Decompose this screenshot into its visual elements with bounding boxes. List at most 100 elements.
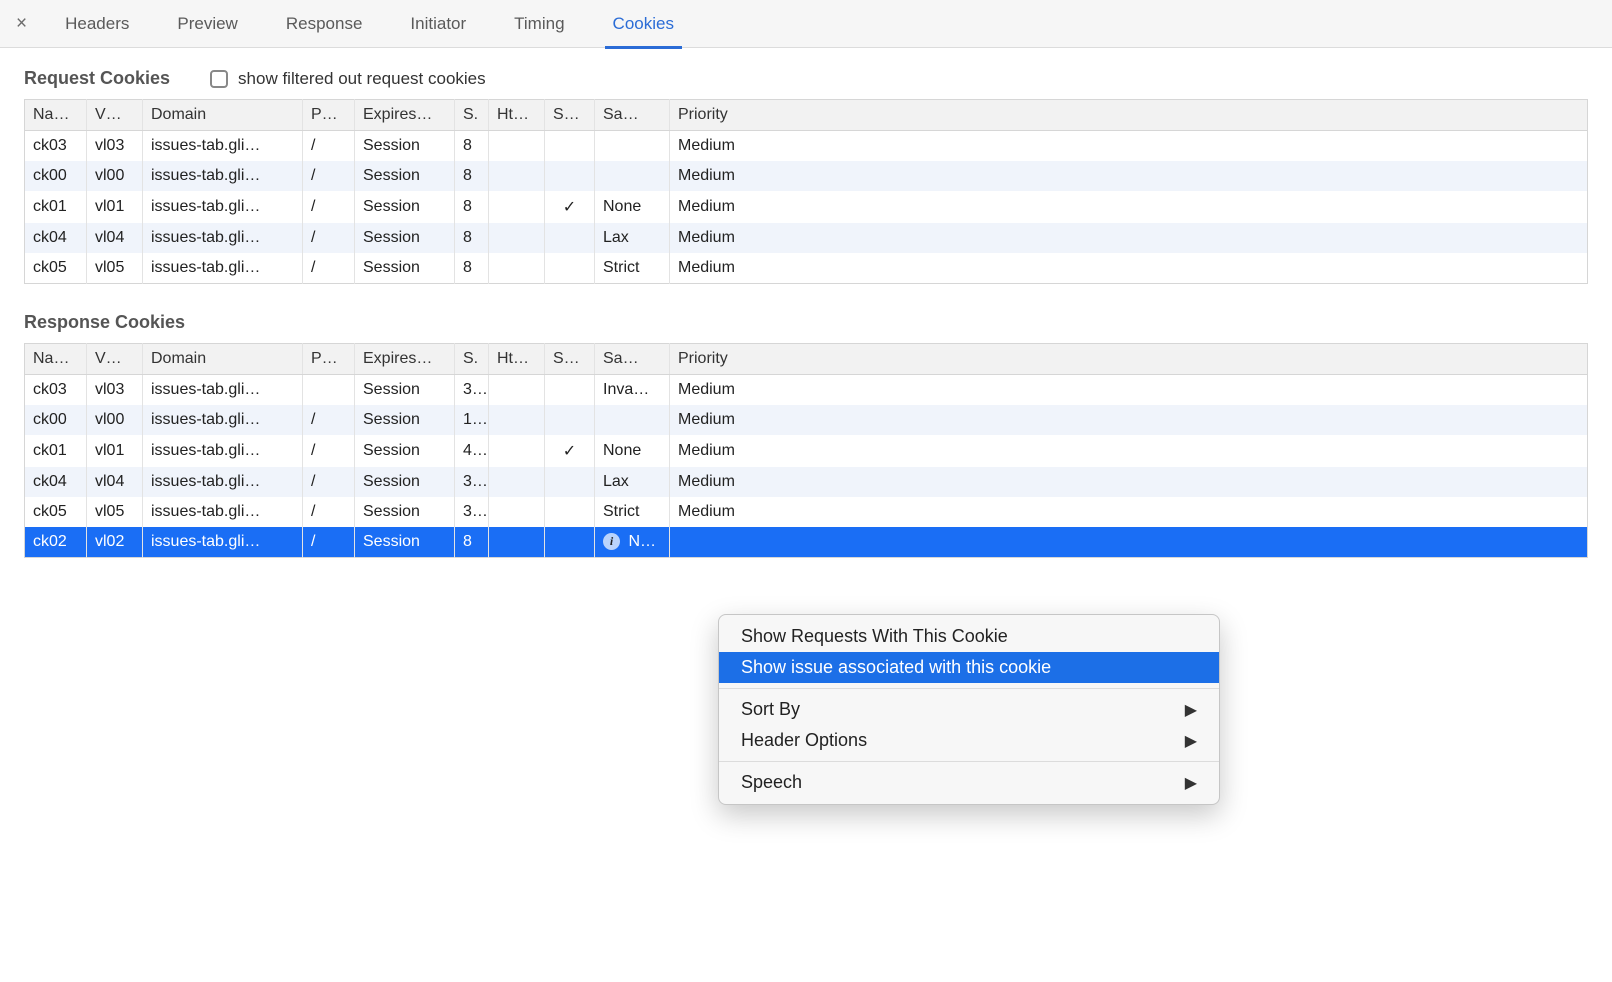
cell-secure <box>545 253 595 284</box>
cell-httponly <box>489 467 545 497</box>
cell-value: vl05 <box>87 253 143 284</box>
cell-secure <box>545 497 595 527</box>
table-row[interactable]: ck04vl04issues-tab.gli…/Session3..LaxMed… <box>25 467 1588 497</box>
col-header[interactable]: V… <box>87 100 143 131</box>
col-header[interactable]: Sa… <box>595 344 670 375</box>
cell-size: 8 <box>455 527 489 558</box>
col-header[interactable]: Expires… <box>355 100 455 131</box>
col-header[interactable]: Na… <box>25 344 87 375</box>
table-row[interactable]: ck03vl03issues-tab.gli…Session3..Inva…Me… <box>25 375 1588 406</box>
table-row[interactable]: ck05vl05issues-tab.gli…/Session8StrictMe… <box>25 253 1588 284</box>
table-row[interactable]: ck00vl00issues-tab.gli…/Session1..Medium <box>25 405 1588 435</box>
cell-name: ck04 <box>25 223 87 253</box>
col-header[interactable]: P… <box>303 100 355 131</box>
cell-expires: Session <box>355 191 455 223</box>
show-filtered-checkbox[interactable]: show filtered out request cookies <box>210 69 486 89</box>
col-header[interactable]: Domain <box>143 344 303 375</box>
table-row[interactable]: ck04vl04issues-tab.gli…/Session8LaxMediu… <box>25 223 1588 253</box>
response-cookies-section: Response Cookies Na…V…DomainP…Expires…S.… <box>24 312 1588 558</box>
context-menu-label: Sort By <box>741 699 800 720</box>
table-row[interactable]: ck01vl01issues-tab.gli…/Session4..✓NoneM… <box>25 435 1588 467</box>
cell-name: ck03 <box>25 131 87 162</box>
col-header[interactable]: Expires… <box>355 344 455 375</box>
context-menu-item[interactable]: Sort By▶ <box>719 694 1219 725</box>
context-menu[interactable]: Show Requests With This CookieShow issue… <box>718 614 1220 805</box>
col-header[interactable]: V… <box>87 344 143 375</box>
cell-priority: Medium <box>670 405 1588 435</box>
tab-headers[interactable]: Headers <box>63 0 131 48</box>
cell-httponly <box>489 161 545 191</box>
col-header[interactable]: S. <box>455 100 489 131</box>
cell-domain: issues-tab.gli… <box>143 375 303 406</box>
col-header[interactable]: S… <box>545 100 595 131</box>
cell-value: vl00 <box>87 161 143 191</box>
cell-secure <box>545 405 595 435</box>
cell-expires: Session <box>355 435 455 467</box>
tab-preview[interactable]: Preview <box>175 0 239 48</box>
cell-domain: issues-tab.gli… <box>143 253 303 284</box>
cell-expires: Session <box>355 253 455 284</box>
cell-expires: Session <box>355 405 455 435</box>
cell-samesite: Strict <box>595 497 670 527</box>
col-header[interactable]: Ht… <box>489 100 545 131</box>
cell-domain: issues-tab.gli… <box>143 467 303 497</box>
tab-initiator[interactable]: Initiator <box>408 0 468 48</box>
tab-cookies[interactable]: Cookies <box>611 0 676 48</box>
context-menu-item[interactable]: Header Options▶ <box>719 725 1219 756</box>
table-row[interactable]: ck03vl03issues-tab.gli…/Session8Medium <box>25 131 1588 162</box>
cell-name: ck03 <box>25 375 87 406</box>
cell-path: / <box>303 467 355 497</box>
col-header[interactable]: S… <box>545 344 595 375</box>
cell-httponly <box>489 375 545 406</box>
col-header[interactable]: S. <box>455 344 489 375</box>
cell-value: vl02 <box>87 527 143 558</box>
cell-expires: Session <box>355 467 455 497</box>
cell-size: 8 <box>455 131 489 162</box>
context-menu-label: Header Options <box>741 730 867 751</box>
cell-name: ck04 <box>25 467 87 497</box>
col-header[interactable]: Priority <box>670 344 1588 375</box>
cell-secure <box>545 527 595 558</box>
context-menu-item[interactable]: Speech▶ <box>719 767 1219 798</box>
context-menu-item[interactable]: Show Requests With This Cookie <box>719 621 1219 652</box>
col-header[interactable]: Na… <box>25 100 87 131</box>
response-cookies-table[interactable]: Na…V…DomainP…Expires…S.Ht…S…Sa…Priorityc… <box>24 343 1588 558</box>
cell-size: 8 <box>455 191 489 223</box>
cell-expires: Session <box>355 527 455 558</box>
table-row[interactable]: ck05vl05issues-tab.gli…/Session3..Strict… <box>25 497 1588 527</box>
context-menu-item[interactable]: Show issue associated with this cookie <box>719 652 1219 683</box>
cell-value: vl05 <box>87 497 143 527</box>
cell-domain: issues-tab.gli… <box>143 527 303 558</box>
cell-domain: issues-tab.gli… <box>143 497 303 527</box>
close-icon[interactable]: × <box>8 14 35 33</box>
col-header[interactable]: Priority <box>670 100 1588 131</box>
cell-path: / <box>303 161 355 191</box>
table-row[interactable]: ck00vl00issues-tab.gli…/Session8Medium <box>25 161 1588 191</box>
cell-path: / <box>303 253 355 284</box>
tab-timing[interactable]: Timing <box>512 0 566 48</box>
cell-secure: ✓ <box>545 435 595 467</box>
cell-secure <box>545 467 595 497</box>
cell-priority: Medium <box>670 497 1588 527</box>
cell-priority: Medium <box>670 435 1588 467</box>
table-row[interactable]: ck02vl02issues-tab.gli…/Session8i N… <box>25 527 1588 558</box>
show-filtered-label: show filtered out request cookies <box>238 69 486 89</box>
cell-domain: issues-tab.gli… <box>143 191 303 223</box>
cell-expires: Session <box>355 131 455 162</box>
cell-size: 3.. <box>455 467 489 497</box>
cell-samesite <box>595 161 670 191</box>
cell-size: 3.. <box>455 375 489 406</box>
cell-size: 8 <box>455 253 489 284</box>
col-header[interactable]: P… <box>303 344 355 375</box>
col-header[interactable]: Sa… <box>595 100 670 131</box>
devtools-tabbar: × Headers Preview Response Initiator Timing C… <box>0 0 1612 48</box>
col-header[interactable]: Domain <box>143 100 303 131</box>
tab-response[interactable]: Response <box>284 0 365 48</box>
request-cookies-table[interactable]: Na…V…DomainP…Expires…S.Ht…S…Sa…Priorityc… <box>24 99 1588 284</box>
cell-name: ck05 <box>25 253 87 284</box>
info-icon: i <box>603 533 620 550</box>
col-header[interactable]: Ht… <box>489 344 545 375</box>
table-row[interactable]: ck01vl01issues-tab.gli…/Session8✓NoneMed… <box>25 191 1588 223</box>
cell-size: 8 <box>455 223 489 253</box>
cell-path: / <box>303 405 355 435</box>
